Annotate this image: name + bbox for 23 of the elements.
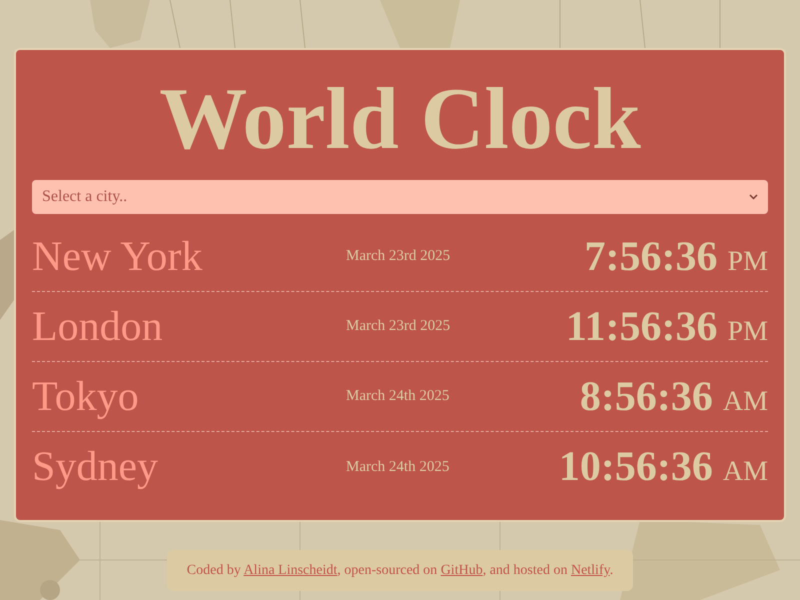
footer-link[interactable]: GitHub [440, 563, 483, 578]
city-time: 7:56:36 [584, 236, 718, 278]
city-name: Sydney [32, 446, 159, 488]
time-period: AM [722, 388, 768, 416]
footer-credits: Coded by Alina Linscheidt, open-sourced on GitHub, and hosted on Netlify. [166, 550, 634, 591]
city-date: March 23rd 2025 [346, 247, 452, 266]
city-name: Tokyo [32, 376, 140, 418]
city-time: 11:56:36 [566, 306, 718, 348]
time-period: PM [728, 318, 768, 346]
city-date: March 23rd 2025 [346, 317, 452, 336]
city-date: March 24th 2025 [346, 387, 450, 406]
city-time: 10:56:36 [558, 446, 713, 488]
time-period: AM [722, 458, 768, 486]
time-period: PM [728, 248, 768, 276]
footer-link[interactable]: Netlify [570, 563, 610, 578]
city-name: New York [32, 236, 204, 278]
city-time: 8:56:36 [580, 376, 713, 418]
city-name: London [32, 306, 164, 348]
footer-link[interactable]: Alina Linscheidt [244, 563, 338, 578]
app-title: World Clock [159, 76, 641, 164]
chevron-down-icon [749, 194, 758, 200]
city-select[interactable]: Select a city.. [32, 180, 768, 214]
city-date: March 24th 2025 [346, 458, 450, 477]
